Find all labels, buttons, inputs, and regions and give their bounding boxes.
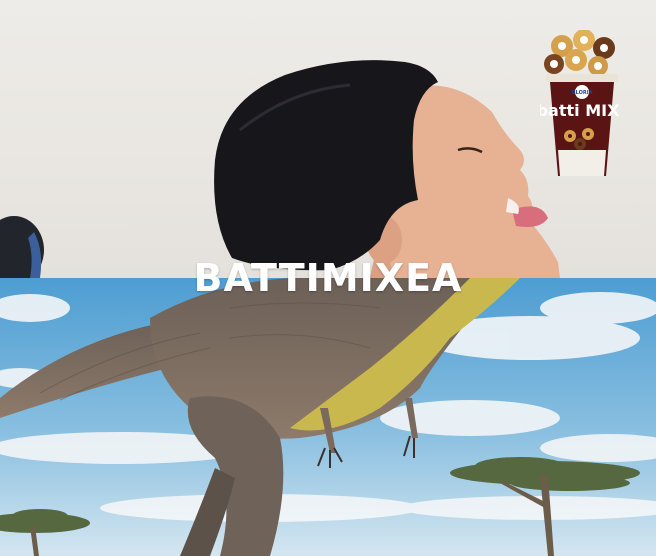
- dinosaur-photo: [0, 278, 656, 556]
- ad-image: GLORIA batti MIX BATTIMIXEA: [0, 0, 656, 556]
- brand-logo: GLORIA: [572, 90, 593, 96]
- product-cup: GLORIA batti MIX: [537, 29, 624, 180]
- headline: BATTIMIXEA: [193, 256, 463, 300]
- product-name: batti MIX: [540, 101, 620, 120]
- cookie-rings: [544, 29, 615, 76]
